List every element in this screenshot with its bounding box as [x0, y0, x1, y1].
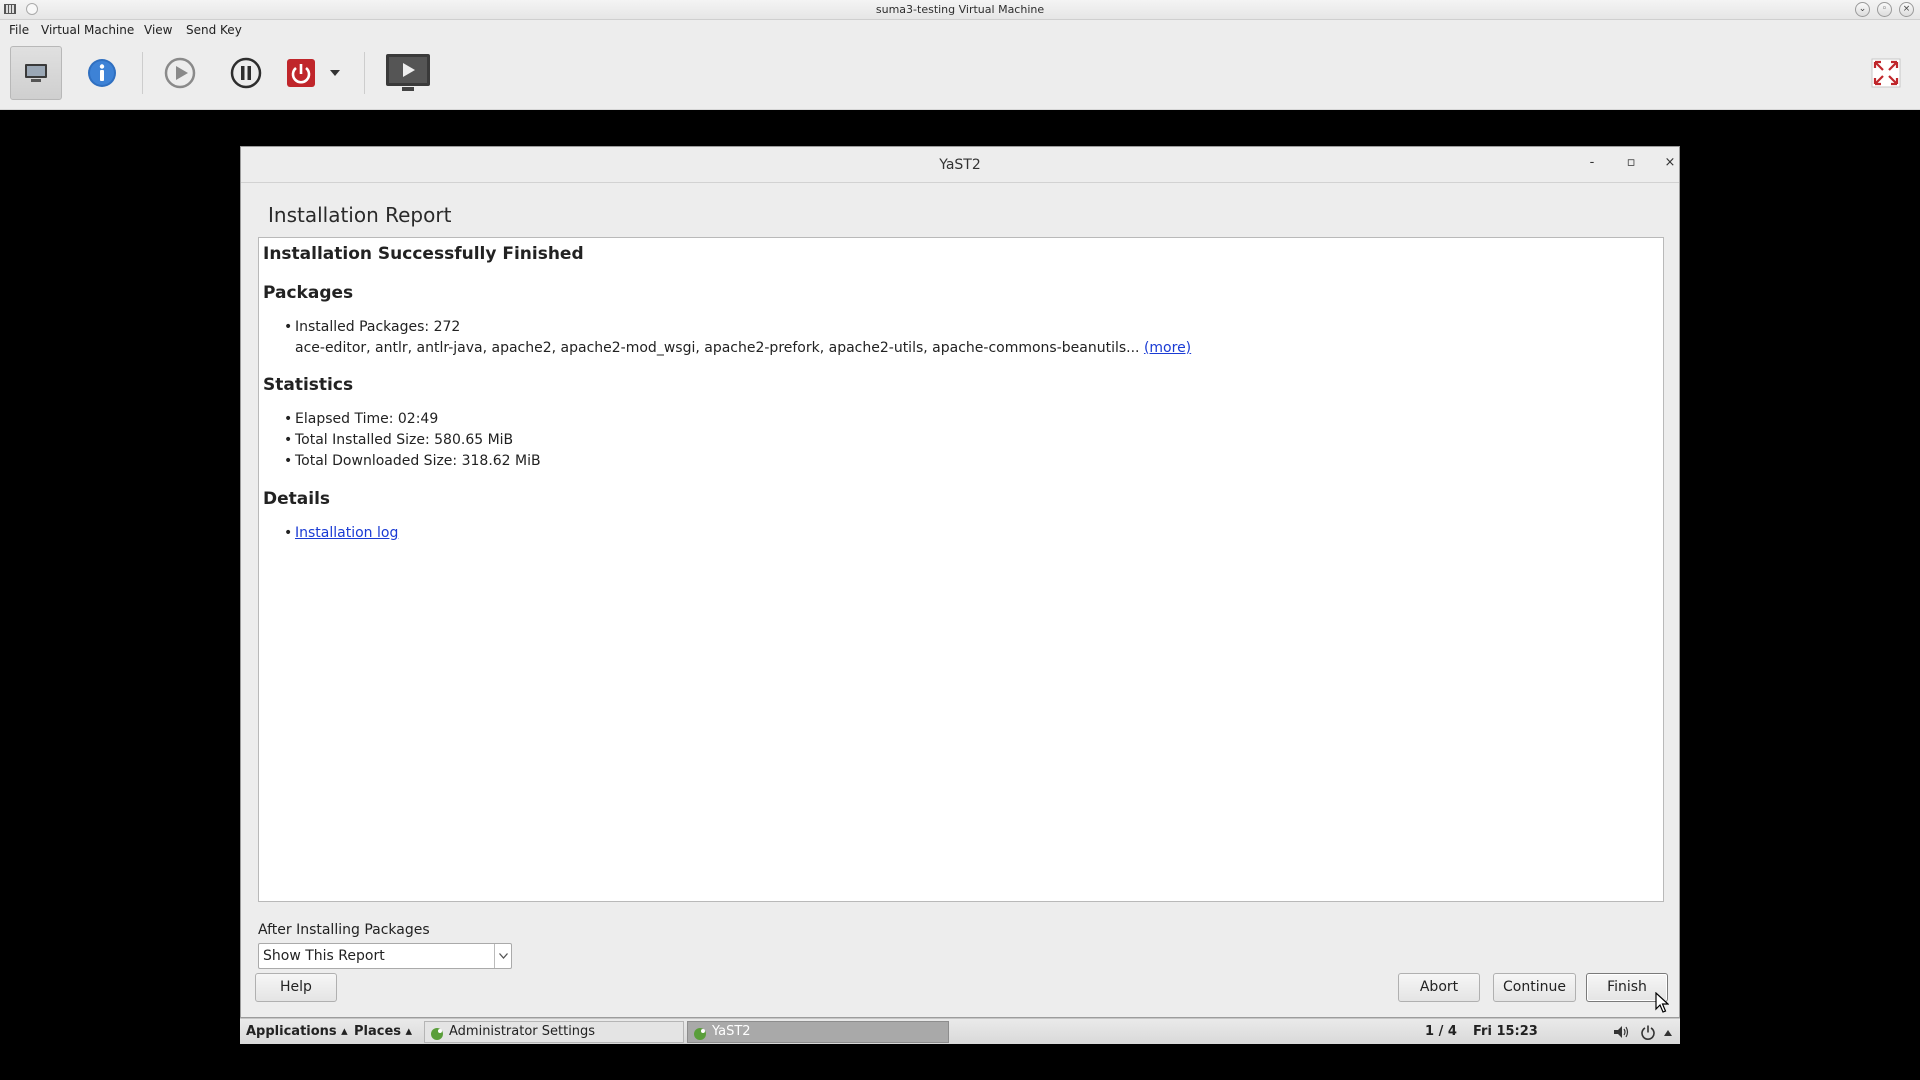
details-button[interactable] — [76, 46, 128, 100]
after-installing-value: Show This Report — [263, 948, 385, 964]
yast-close-icon[interactable]: × — [1661, 155, 1679, 170]
dropdown-icon — [330, 70, 340, 76]
menu-send-key[interactable]: Send Key — [186, 23, 242, 37]
run-button[interactable] — [154, 46, 206, 100]
menu-view[interactable]: View — [144, 23, 172, 37]
places-menu[interactable]: Places ▴ — [354, 1024, 412, 1039]
run-icon — [164, 57, 196, 89]
report-title: Installation Successfully Finished — [263, 244, 584, 264]
abort-button[interactable]: Abort — [1398, 973, 1480, 1002]
installation-report: Installation Successfully Finished Packa… — [258, 237, 1664, 902]
console-button[interactable] — [10, 46, 62, 100]
yast-window-title: YaST2 — [939, 157, 981, 173]
taskbar-window-yast[interactable]: YaST2 — [687, 1021, 949, 1043]
guest-taskbar: Applications ▴ Places ▴ Administrator Se… — [240, 1018, 1680, 1044]
downloaded-size: Total Downloaded Size: 318.62 MiB — [284, 453, 541, 469]
menu-virtual-machine[interactable]: Virtual Machine — [41, 23, 134, 37]
installation-log-link[interactable]: Installation log — [295, 525, 398, 541]
package-list: ace-editor, antlr, antlr-java, apache2, … — [295, 340, 1140, 356]
yast-maximize-icon[interactable]: ▫ — [1622, 155, 1640, 170]
gecko-icon — [431, 1028, 443, 1040]
tray-arrow-icon[interactable] — [1664, 1030, 1672, 1036]
applications-menu[interactable]: Applications ▴ — [246, 1024, 348, 1039]
clock[interactable]: Fri 15:23 — [1473, 1024, 1538, 1039]
window-title: suma3-testing Virtual Machine — [875, 3, 1045, 16]
minimize-icon[interactable]: ⌄ — [1855, 2, 1870, 17]
toolbar — [0, 40, 1920, 110]
info-icon — [88, 59, 116, 87]
power-button[interactable] — [278, 46, 324, 100]
pause-icon — [230, 57, 262, 89]
installation-log-item: Installation log — [284, 525, 398, 541]
host-titlebar: suma3-testing Virtual Machine ⌄ ◦ × — [0, 0, 1920, 20]
screenshot-button[interactable] — [382, 46, 434, 100]
maximize-icon[interactable]: ◦ — [1877, 2, 1892, 17]
elapsed-time: Elapsed Time: 02:49 — [284, 411, 438, 427]
guest-display[interactable]: YaST2 - ▫ × Installation Report Installa… — [0, 110, 1920, 1080]
after-installing-label: After Installing Packages — [258, 922, 430, 938]
help-button[interactable]: Help — [255, 973, 337, 1002]
page-title: Installation Report — [268, 203, 452, 227]
installed-packages: Installed Packages: 272 — [284, 319, 460, 335]
power-icon — [287, 59, 315, 87]
menu-file[interactable]: File — [9, 23, 29, 37]
screenshot-icon — [386, 54, 430, 91]
workspace-indicator[interactable]: 1 / 4 — [1425, 1024, 1457, 1039]
details-heading: Details — [263, 489, 331, 509]
yast-window: YaST2 - ▫ × Installation Report Installa… — [240, 146, 1680, 1018]
yast-minimize-icon[interactable]: - — [1583, 155, 1601, 170]
continue-button[interactable]: Continue — [1493, 973, 1576, 1002]
package-list-line: ace-editor, antlr, antlr-java, apache2, … — [295, 340, 1191, 356]
yast-titlebar: YaST2 - ▫ × — [241, 147, 1679, 183]
gecko-icon — [694, 1028, 706, 1040]
taskbar-window-label: Administrator Settings — [449, 1024, 596, 1039]
pause-button[interactable] — [220, 46, 272, 100]
after-installing-select[interactable]: Show This Report — [258, 943, 512, 969]
power-status-icon[interactable] — [1640, 1024, 1656, 1040]
mouse-cursor-icon — [1655, 992, 1669, 1013]
installed-size: Total Installed Size: 580.65 MiB — [284, 432, 513, 448]
taskbar-window-label: YaST2 — [712, 1024, 751, 1039]
close-icon[interactable]: × — [1899, 2, 1914, 17]
power-dropdown[interactable] — [326, 46, 344, 100]
console-icon — [25, 64, 47, 82]
statistics-heading: Statistics — [263, 375, 354, 395]
chevron-down-icon — [494, 944, 511, 968]
fullscreen-icon — [1871, 58, 1901, 88]
taskbar-window-admin-settings[interactable]: Administrator Settings — [424, 1021, 684, 1043]
packages-heading: Packages — [263, 283, 354, 303]
more-link[interactable]: (more) — [1144, 340, 1191, 356]
menubar: File Virtual Machine View Send Key — [0, 20, 1920, 40]
fullscreen-button[interactable] — [1864, 46, 1908, 100]
volume-icon[interactable] — [1613, 1025, 1629, 1039]
